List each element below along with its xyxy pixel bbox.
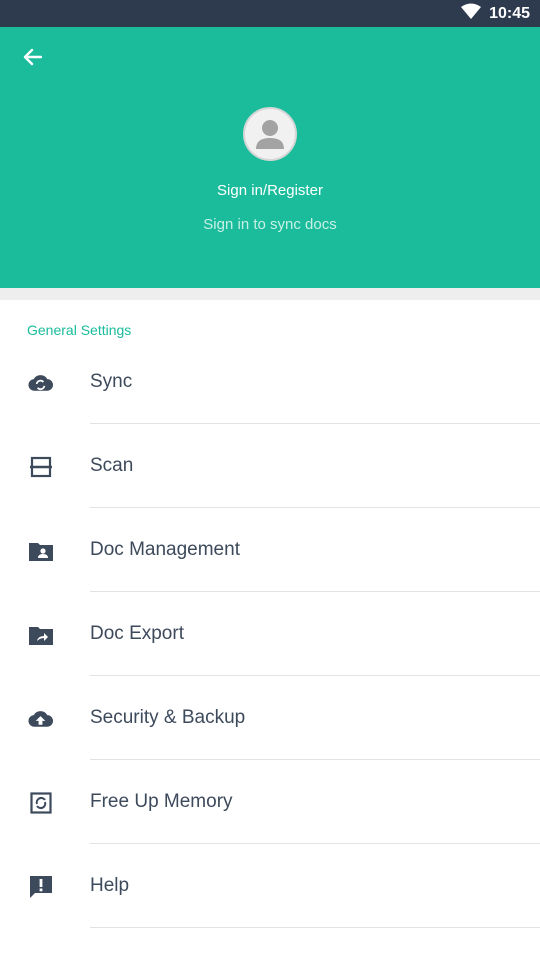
settings-item-free-up-memory[interactable]: Free Up Memory [0, 760, 540, 844]
settings-item-label: Free Up Memory [90, 791, 233, 812]
wifi-icon [461, 3, 482, 24]
section-divider [0, 288, 540, 300]
settings-item-label: Sync [90, 371, 133, 392]
settings-item-doc-management[interactable]: Doc Management [0, 508, 540, 592]
folder-person-icon [28, 538, 53, 563]
settings-item-label: Doc Export [90, 623, 184, 644]
settings-item-label: Help [90, 875, 130, 896]
sign-in-subtitle: Sign in to sync docs [203, 216, 337, 233]
feedback-icon [28, 874, 53, 899]
settings-item-label: Scan [90, 455, 134, 476]
settings-list: Sync Scan Doc Management Doc Export Secu… [0, 340, 540, 928]
status-time: 10:45 [489, 4, 530, 22]
cloud-sync-icon [28, 370, 53, 395]
settings-item-sync[interactable]: Sync [0, 340, 540, 424]
settings-item-label: Doc Management [90, 539, 240, 560]
folder-share-icon [28, 622, 53, 647]
account-header: Sign in/Register Sign in to sync docs [0, 27, 540, 288]
status-bar: 10:45 [0, 0, 540, 27]
settings-item-doc-export[interactable]: Doc Export [0, 592, 540, 676]
cloud-upload-icon [28, 706, 53, 731]
section-title: General Settings [27, 322, 132, 338]
arrow-left-icon [22, 48, 43, 71]
person-icon [245, 120, 295, 159]
settings-item-label: Security & Backup [90, 707, 246, 728]
settings-item-help[interactable]: Help [0, 844, 540, 928]
memory-refresh-icon [28, 790, 53, 815]
scanner-icon [28, 454, 53, 479]
back-button[interactable] [14, 45, 50, 73]
sign-in-register-link[interactable]: Sign in/Register [0, 182, 540, 199]
status-right: 10:45 [461, 0, 530, 27]
avatar[interactable] [243, 107, 297, 161]
settings-item-security-backup[interactable]: Security & Backup [0, 676, 540, 760]
settings-item-scan[interactable]: Scan [0, 424, 540, 508]
divider [90, 927, 540, 928]
